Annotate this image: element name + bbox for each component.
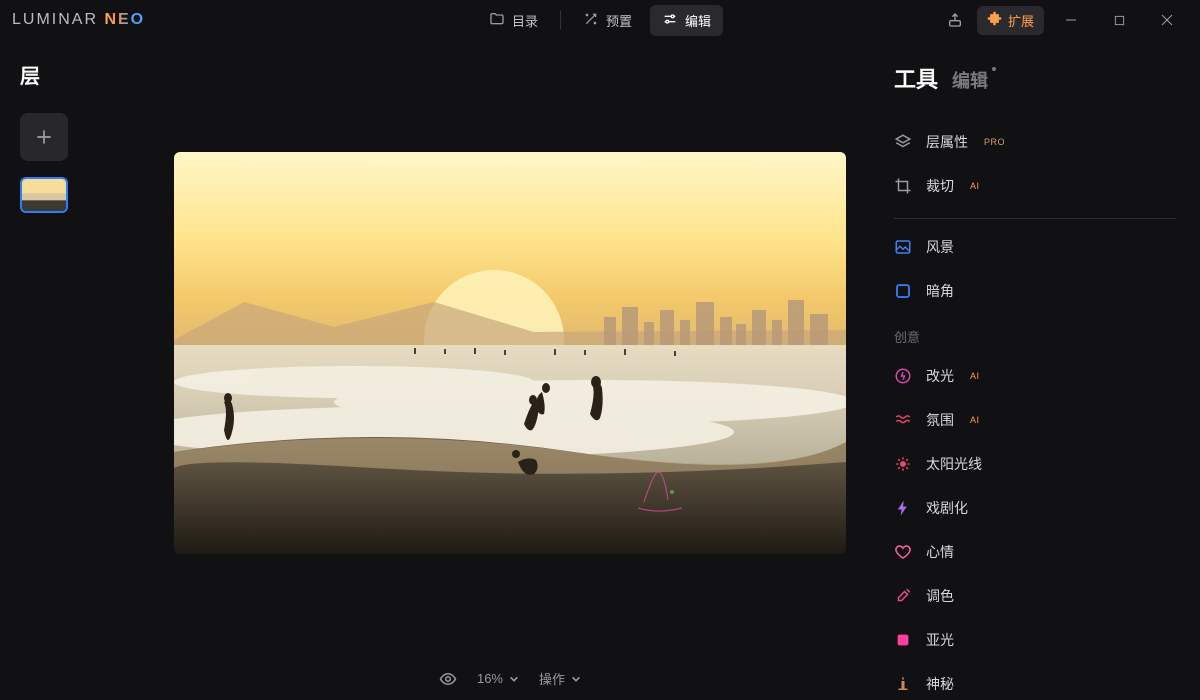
nav-edit[interactable]: 编辑 [650, 5, 723, 36]
window-minimize[interactable] [1050, 4, 1092, 36]
image-canvas[interactable] [174, 152, 846, 554]
tab-edits[interactable]: 编辑 [952, 67, 988, 93]
tab-tools[interactable]: 工具 [894, 62, 938, 94]
app-logo: LUMINAR NEO [12, 11, 145, 29]
tool-dramatic[interactable]: 戏剧化 [894, 486, 1176, 530]
top-nav: 目录 预置 编辑 [477, 5, 723, 36]
tool-relight[interactable]: 改光 AI [894, 354, 1176, 398]
right-tabs: 工具 编辑 [894, 62, 1176, 94]
tool-atmosphere[interactable]: 氛围 AI [894, 398, 1176, 442]
flash-circle-icon [894, 367, 912, 385]
square-icon [894, 282, 912, 300]
section-divider [894, 218, 1176, 219]
tools-panel: 工具 编辑 层属性 PRO 裁切 AI [870, 40, 1200, 700]
tool-sunrays[interactable]: 太阳光线 [894, 442, 1176, 486]
tool-mystical[interactable]: 神秘 [894, 662, 1176, 700]
visibility-toggle[interactable] [439, 670, 457, 688]
layers-panel: 层 [0, 40, 150, 700]
square-fill-icon [894, 631, 912, 649]
tool-matte[interactable]: 亚光 [894, 618, 1176, 662]
canvas-bottombar: 16% 操作 [439, 669, 581, 700]
wand-icon [583, 11, 599, 30]
tool-vignette[interactable]: 暗角 [894, 269, 1176, 313]
tool-crop[interactable]: 裁切 AI [894, 164, 1176, 208]
main: 层 [0, 40, 1200, 700]
share-button[interactable] [939, 4, 971, 36]
folder-icon [489, 11, 505, 30]
window-close[interactable] [1146, 4, 1188, 36]
candle-icon [894, 675, 912, 693]
canvas-area: 16% 操作 [150, 40, 870, 700]
nav-presets[interactable]: 预置 [571, 5, 644, 36]
tool-mood[interactable]: 心情 [894, 530, 1176, 574]
image-icon [894, 238, 912, 256]
pro-badge: PRO [984, 137, 1005, 147]
layers-title: 层 [20, 60, 150, 89]
add-layer-button[interactable] [20, 113, 68, 161]
ai-badge: AI [970, 371, 980, 381]
topbar-right: 扩展 [939, 4, 1188, 36]
nav-sep [560, 10, 561, 30]
bolt-icon [894, 499, 912, 517]
zoom-control[interactable]: 16% [477, 671, 519, 686]
tool-layer-properties[interactable]: 层属性 PRO [894, 120, 1176, 164]
section-creative: 创意 [894, 313, 1176, 354]
ai-badge: AI [970, 181, 980, 191]
titlebar: LUMINAR NEO 目录 预置 编辑 [0, 0, 1200, 40]
crop-icon [894, 177, 912, 195]
waves-icon [894, 411, 912, 429]
nav-catalog[interactable]: 目录 [477, 5, 550, 36]
actions-menu[interactable]: 操作 [539, 669, 581, 688]
window-maximize[interactable] [1098, 4, 1140, 36]
ai-badge: AI [970, 415, 980, 425]
brush-icon [894, 587, 912, 605]
puzzle-icon [987, 11, 1002, 29]
tool-toning[interactable]: 调色 [894, 574, 1176, 618]
layer-thumb-1[interactable] [20, 177, 68, 213]
tool-landscape[interactable]: 风景 [894, 225, 1176, 269]
layers-icon [894, 133, 912, 151]
sliders-icon [662, 11, 678, 30]
tool-list: 层属性 PRO 裁切 AI 风景 暗角 [894, 120, 1176, 700]
sun-icon [894, 455, 912, 473]
extensions-button[interactable]: 扩展 [977, 6, 1044, 35]
heart-spark-icon [894, 543, 912, 561]
